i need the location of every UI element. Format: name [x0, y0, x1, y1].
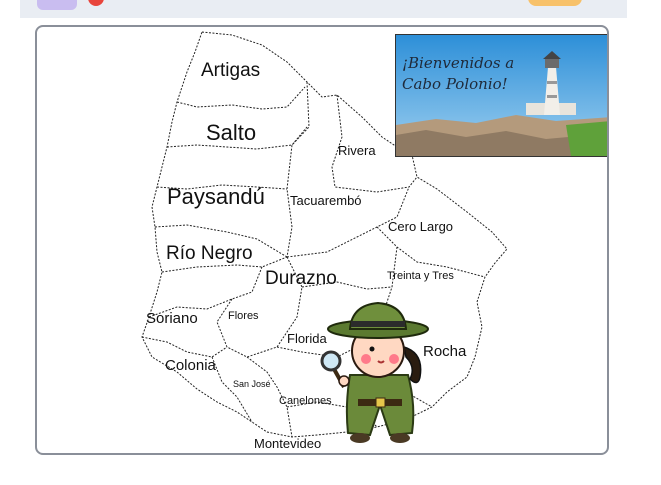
dept-label-rivera: Rivera — [338, 143, 376, 158]
dept-label-colonia: Colonia — [165, 357, 216, 374]
photo-caption: ¡Bienvenidos a Cabo Polonio! — [402, 53, 514, 95]
stage-toolbar — [20, 0, 627, 18]
dept-label-rio-negro: Río Negro — [166, 243, 253, 264]
dept-label-tacuarembo: Tacuarembó — [290, 193, 362, 208]
dept-label-cero-largo: Cero Largo — [388, 219, 454, 234]
dept-label-flores: Flores — [228, 310, 259, 322]
dept-label-san-jose: San José — [233, 379, 271, 389]
dept-label-treinta-y-tres: Treinta y Tres — [387, 270, 454, 282]
stage[interactable]: Artigas Salto Rivera Paysandú Tacuarembó… — [35, 25, 609, 455]
stop-button[interactable] — [88, 0, 104, 6]
green-flag-button[interactable] — [37, 0, 77, 10]
toolbar-decoration — [528, 0, 582, 6]
dept-label-soriano: Soriano — [146, 310, 198, 327]
cabo-polonio-photo[interactable]: ¡Bienvenidos a Cabo Polonio! — [395, 34, 607, 157]
dept-label-artigas: Artigas — [201, 60, 261, 81]
dept-label-montevideo: Montevideo — [254, 436, 322, 451]
dept-label-paysandu: Paysandú — [167, 184, 265, 209]
photo-caption-line1: ¡Bienvenidos a — [402, 54, 515, 72]
dept-label-salto: Salto — [206, 120, 257, 145]
dept-label-durazno: Durazno — [265, 268, 337, 289]
detective-sprite[interactable] — [320, 295, 440, 445]
photo-caption-line2: Cabo Polonio! — [402, 75, 508, 93]
